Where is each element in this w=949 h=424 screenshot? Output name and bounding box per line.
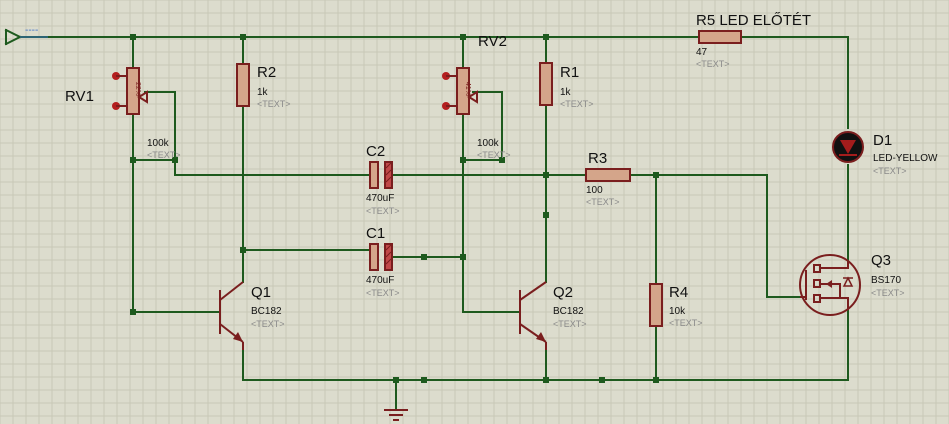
q3-arrow-icon — [826, 280, 832, 288]
junction-dot — [460, 157, 466, 163]
r1-text-placeholder: <TEXT> — [560, 99, 594, 109]
q2-value: BC182 — [553, 306, 584, 317]
r3-value: 100 — [586, 185, 603, 196]
q1-ref: Q1 — [251, 284, 271, 301]
rv2-percent: 41% — [464, 82, 471, 96]
d1-text-placeholder: <TEXT> — [873, 166, 907, 176]
rv1-ref: RV1 — [65, 88, 94, 105]
r1-body — [539, 62, 553, 106]
ground-symbol[interactable] — [384, 409, 408, 421]
rv2-text-placeholder: <TEXT> — [477, 150, 511, 160]
rv1-potentiometer[interactable]: 22% RV1 100k <TEXT> — [65, 67, 181, 160]
q3-text-placeholder: <TEXT> — [871, 288, 905, 298]
q3-value: BS170 — [871, 275, 901, 286]
junction-dot — [460, 34, 466, 40]
c2-ref: C2 — [366, 143, 385, 160]
r4-text-placeholder: <TEXT> — [669, 318, 703, 328]
junction-dot — [130, 157, 136, 163]
junction-dot — [599, 377, 605, 383]
q2-text-placeholder: <TEXT> — [553, 319, 587, 329]
c2-text-placeholder: <TEXT> — [366, 206, 400, 216]
r3-resistor[interactable]: R3 100 <TEXT> — [585, 150, 631, 207]
rv1-percent: 22% — [134, 82, 141, 96]
wire-c1-q2[interactable] — [391, 256, 521, 313]
power-terminal-label: ---- — [25, 25, 38, 36]
r1-ref: R1 — [560, 64, 579, 81]
junction-dot — [393, 377, 399, 383]
grid — [0, 0, 949, 424]
r5-value: 47 — [696, 47, 708, 58]
r5-ref: R5 LED ELŐTÉT — [696, 12, 811, 29]
c1-value: 470uF — [366, 275, 394, 286]
schematic-canvas[interactable]: ---- 22% RV1 100k <TEXT> 41% RV2 100k <T… — [0, 0, 949, 424]
junction-dot — [240, 247, 246, 253]
q1-collector-lead — [219, 281, 244, 301]
junction-dot — [130, 309, 136, 315]
c2-value: 470uF — [366, 193, 394, 204]
q3-ref: Q3 — [871, 252, 891, 269]
r4-ref: R4 — [669, 284, 688, 301]
q2-transistor[interactable]: Q2 BC182 <TEXT> — [519, 281, 587, 350]
junction-dot — [543, 34, 549, 40]
junction-dot — [653, 172, 659, 178]
rv1-value: 100k — [147, 138, 170, 149]
junction-dot — [653, 377, 659, 383]
r5-body — [698, 30, 742, 44]
junction-dot — [543, 172, 549, 178]
rv1-text-placeholder: <TEXT> — [147, 150, 181, 160]
r2-value: 1k — [257, 87, 269, 98]
rv2-ref: RV2 — [478, 33, 507, 50]
d1-ref: D1 — [873, 132, 892, 149]
c1-text-placeholder: <TEXT> — [366, 288, 400, 298]
q1-value: BC182 — [251, 306, 282, 317]
q2-emitter-arrow — [536, 332, 546, 342]
q1-transistor[interactable]: Q1 BC182 <TEXT> — [219, 281, 285, 350]
rv2-value: 100k — [477, 138, 500, 149]
r2-body — [236, 63, 250, 107]
q1-text-placeholder: <TEXT> — [251, 319, 285, 329]
d1-value: LED-YELLOW — [873, 153, 938, 164]
q3-mosfet[interactable]: Q3 BS170 <TEXT> — [799, 252, 905, 316]
wire-top-rail[interactable] — [19, 36, 849, 129]
r3-ref: R3 — [588, 150, 607, 167]
r3-text-placeholder: <TEXT> — [586, 197, 620, 207]
junction-dot — [543, 377, 549, 383]
r4-body — [649, 283, 663, 327]
r4-value: 10k — [669, 306, 686, 317]
wire-c2-r3[interactable] — [174, 159, 801, 298]
junction-dot — [460, 254, 466, 260]
r1-value: 1k — [560, 87, 572, 98]
r3-body — [585, 168, 631, 182]
power-terminal[interactable]: ---- — [4, 25, 48, 46]
c1-ref: C1 — [366, 225, 385, 242]
c1-capacitor[interactable]: C1 470uF <TEXT> — [366, 225, 400, 298]
q2-ref: Q2 — [553, 284, 573, 301]
r4-resistor[interactable]: R4 10k <TEXT> — [649, 283, 703, 328]
junction-dot — [240, 34, 246, 40]
q3-channel-seg — [813, 264, 821, 273]
c1-plate-plus — [369, 243, 379, 271]
junction-dot — [543, 212, 549, 218]
junction-dot — [421, 377, 427, 383]
junction-dot — [130, 34, 136, 40]
junction-dot — [421, 254, 427, 260]
r2-text-placeholder: <TEXT> — [257, 99, 291, 109]
c2-capacitor[interactable]: C2 470uF <TEXT> — [366, 143, 400, 216]
r2-resistor[interactable]: R2 1k <TEXT> — [236, 63, 291, 109]
r2-ref: R2 — [257, 64, 276, 81]
c2-plate-plus — [369, 161, 379, 189]
r5-text-placeholder: <TEXT> — [696, 59, 730, 69]
